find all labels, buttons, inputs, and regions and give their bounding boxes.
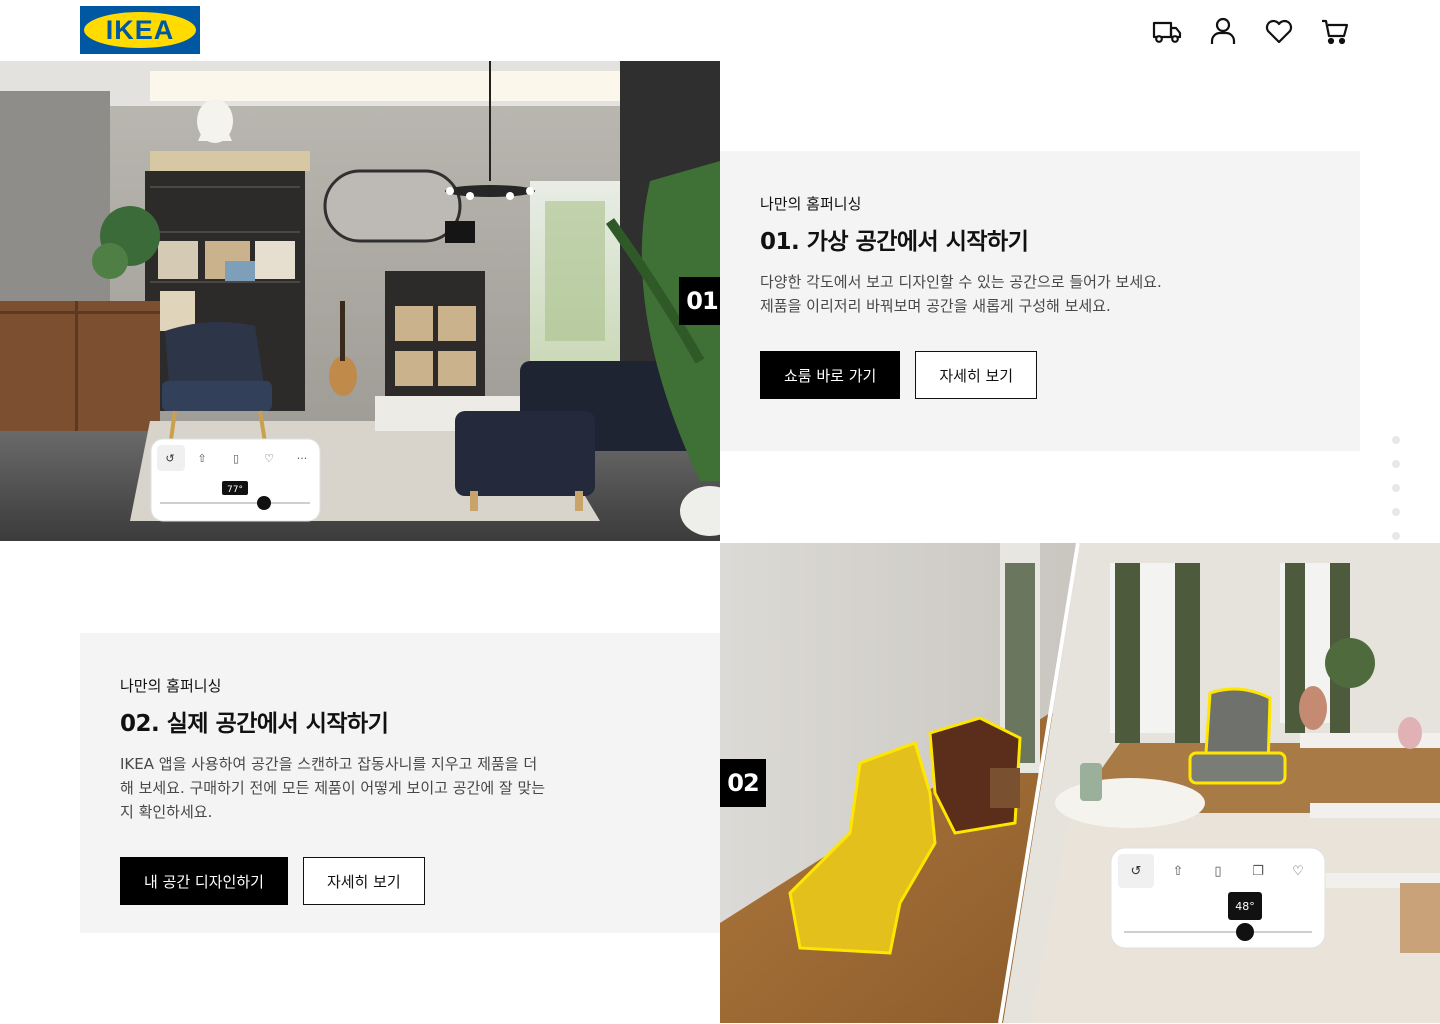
showroom-button[interactable]: 쇼룸 바로 가기	[760, 351, 901, 399]
section-title: 01. 가상 공간에서 시작하기	[760, 229, 1029, 255]
angle-readout-2: 48°	[1235, 900, 1255, 913]
logo-oval: IKEA	[84, 12, 196, 48]
cart-icon[interactable]	[1318, 14, 1352, 48]
section-title: 02. 실제 공간에서 시작하기	[120, 711, 389, 737]
section-card-real: 나만의 홈퍼니싱 02. 실제 공간에서 시작하기 IKEA 앱을 사용하여 공…	[80, 633, 720, 933]
header-icons	[1150, 14, 1352, 48]
svg-text:❐: ❐	[1252, 864, 1264, 879]
pager-dot[interactable]	[1392, 460, 1400, 468]
site-header: IKEA	[0, 0, 1440, 61]
angle-readout-1: 77°	[227, 485, 243, 495]
svg-text:↺: ↺	[165, 452, 174, 465]
svg-text:⇧: ⇧	[197, 452, 206, 465]
section-description: 다양한 각도에서 보고 디자인할 수 있는 공간으로 들어가 보세요. 제품을 …	[760, 273, 1162, 315]
svg-text:⇧: ⇧	[1173, 864, 1184, 879]
virtual-showroom-image: ↺ ⇧ ▯ ♡ ··· 77°	[0, 61, 720, 541]
svg-text:···: ···	[297, 452, 308, 465]
section-card-virtual: 나만의 홈퍼니싱 01. 가상 공간에서 시작하기 다양한 각도에서 보고 디자…	[720, 151, 1360, 451]
pager-dot[interactable]	[1392, 436, 1400, 444]
svg-text:↺: ↺	[1131, 864, 1142, 879]
logo-text: IKEA	[105, 14, 175, 45]
ar-room-image: ↺ ⇧ ▯ ❐ ♡ 48°	[720, 543, 1440, 1023]
pager-dot[interactable]	[1392, 532, 1400, 540]
user-icon[interactable]	[1206, 14, 1240, 48]
svg-text:▯: ▯	[233, 452, 239, 465]
ikea-logo[interactable]: IKEA	[80, 6, 200, 54]
section-description: IKEA 앱을 사용하여 공간을 스캔하고 잡동사니를 지우고 제품을 더해 보…	[120, 755, 546, 821]
svg-text:♡: ♡	[264, 452, 274, 465]
design-my-space-button[interactable]: 내 공간 디자인하기	[120, 857, 288, 905]
pager-dot[interactable]	[1392, 484, 1400, 492]
svg-text:♡: ♡	[1292, 864, 1304, 879]
learn-more-button[interactable]: 자세히 보기	[302, 857, 425, 905]
svg-text:▯: ▯	[1214, 864, 1221, 879]
learn-more-button[interactable]: 자세히 보기	[915, 351, 1038, 399]
section-number-badge: 01	[679, 277, 725, 325]
button-row: 내 공간 디자인하기 자세히 보기	[120, 857, 425, 905]
section-eyebrow: 나만의 홈퍼니싱	[120, 677, 222, 695]
heart-icon[interactable]	[1262, 14, 1296, 48]
pager-dot[interactable]	[1392, 508, 1400, 516]
button-row: 쇼룸 바로 가기 자세히 보기	[760, 351, 1038, 399]
section-eyebrow: 나만의 홈퍼니싱	[760, 195, 862, 213]
section-number-badge: 02	[720, 759, 766, 807]
delivery-truck-icon[interactable]	[1150, 14, 1184, 48]
